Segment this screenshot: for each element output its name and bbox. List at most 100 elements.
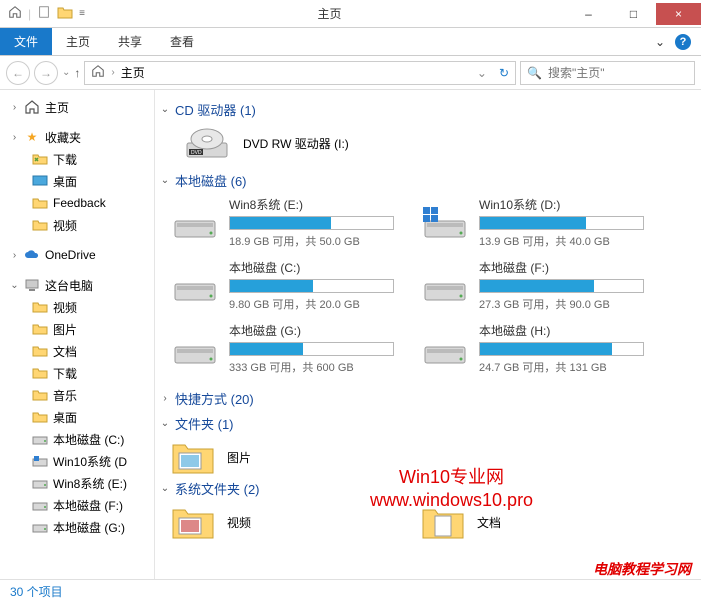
sidebar-item[interactable]: 桌面 <box>0 406 154 428</box>
chevron-down-icon[interactable]: ⌄ <box>10 281 19 290</box>
disk-drive-icon <box>171 331 219 367</box>
chevron-down-icon[interactable]: ⌄ <box>159 104 171 115</box>
sidebar-label: 本地磁盘 (C:) <box>53 431 124 448</box>
sidebar-item[interactable]: 桌面 <box>0 170 154 192</box>
folder-icon <box>32 409 48 425</box>
sidebar-item[interactable]: Feedback <box>0 192 154 214</box>
chevron-down-icon[interactable]: ⌄ <box>159 418 171 429</box>
watermark-center: Win10专业网 www.windows10.pro <box>370 466 533 513</box>
path-segment[interactable]: 主页 <box>121 64 145 81</box>
minimize-button[interactable]: – <box>566 3 611 25</box>
section-header-disks[interactable]: ⌄ 本地磁盘 (6) <box>159 171 691 190</box>
section-header-cd[interactable]: ⌄ CD 驱动器 (1) <box>159 100 691 119</box>
drive-stats: 24.7 GB 可用，共 131 GB <box>479 359 671 375</box>
folder-label: 视频 <box>227 514 251 531</box>
chevron-right-icon[interactable]: › <box>10 103 19 112</box>
refresh-icon[interactable]: ↻ <box>499 66 509 80</box>
folder-icon <box>32 387 48 403</box>
sidebar-onedrive[interactable]: › OneDrive <box>0 244 154 266</box>
folder-icon[interactable] <box>57 5 73 22</box>
chevron-right-icon[interactable]: › <box>10 251 19 260</box>
tab-home[interactable]: 主页 <box>52 28 104 55</box>
sidebar-item[interactable]: 视频 <box>0 214 154 236</box>
folder-icon <box>32 343 48 359</box>
sidebar-item[interactable]: Win10系统 (D <box>0 450 154 472</box>
back-button[interactable]: ← <box>6 61 30 85</box>
sidebar-item[interactable]: 本地磁盘 (G:) <box>0 516 154 538</box>
sidebar-item[interactable]: 本地磁盘 (F:) <box>0 494 154 516</box>
sidebar-label: 音乐 <box>53 387 77 404</box>
chevron-right-icon[interactable]: › <box>10 133 19 142</box>
close-button[interactable]: × <box>656 3 701 25</box>
drive-item[interactable]: 本地磁盘 (F:) 27.3 GB 可用，共 90.0 GB <box>421 259 671 312</box>
ribbon-tabs: 文件 主页 共享 查看 ⌄ ? <box>0 28 701 56</box>
overflow-icon[interactable]: ≡ <box>79 8 85 19</box>
drive-item[interactable]: 本地磁盘 (C:) 9.80 GB 可用，共 20.0 GB <box>171 259 421 312</box>
drive-icon <box>32 497 48 513</box>
disk-drive-icon <box>421 331 469 367</box>
sidebar-item[interactable]: 本地磁盘 (C:) <box>0 428 154 450</box>
chevron-down-icon[interactable]: ⌄ <box>159 483 171 494</box>
recent-dropdown-icon[interactable]: ⌄ <box>62 67 70 78</box>
chevron-right-icon: › <box>111 67 114 78</box>
section-title: 系统文件夹 (2) <box>175 479 260 498</box>
sidebar-label: 视频 <box>53 299 77 316</box>
forward-button[interactable]: → <box>34 61 58 85</box>
sidebar-label: 下载 <box>53 365 77 382</box>
section-header-folders[interactable]: ⌄ 文件夹 (1) <box>159 414 691 433</box>
drive-name: 本地磁盘 (F:) <box>479 259 671 276</box>
sidebar-label: 桌面 <box>53 409 77 426</box>
sidebar-item[interactable]: 下载 <box>0 362 154 384</box>
search-input[interactable] <box>548 66 701 80</box>
help-icon[interactable]: ? <box>675 34 691 50</box>
tab-view[interactable]: 查看 <box>156 28 208 55</box>
tab-file[interactable]: 文件 <box>0 28 52 55</box>
maximize-button[interactable]: □ <box>611 3 656 25</box>
drive-name: Win8系统 (E:) <box>229 196 421 213</box>
drive-capacity-bar <box>479 216 644 230</box>
sidebar-label: 本地磁盘 (F:) <box>53 497 123 514</box>
drive-item[interactable]: 本地磁盘 (H:) 24.7 GB 可用，共 131 GB <box>421 322 671 375</box>
drive-label: DVD RW 驱动器 (I:) <box>243 135 349 152</box>
ribbon-expand-icon[interactable]: ⌄ <box>655 35 665 49</box>
disk-drive-icon <box>421 268 469 304</box>
path-box[interactable]: › 主页 ⌄ ↻ <box>84 61 516 85</box>
drive-item[interactable]: Win10系统 (D:) 13.9 GB 可用，共 40.0 GB <box>421 196 671 249</box>
disk-drive-icon <box>171 205 219 241</box>
search-box[interactable]: 🔍 <box>520 61 695 85</box>
home-icon[interactable] <box>8 5 22 22</box>
sidebar-item[interactable]: Win8系统 (E:) <box>0 472 154 494</box>
drive-stats: 333 GB 可用，共 600 GB <box>229 359 421 375</box>
quick-access-toolbar: | ≡ <box>0 5 93 22</box>
sidebar-item[interactable]: 音乐 <box>0 384 154 406</box>
up-button[interactable]: ↑ <box>74 66 80 80</box>
drive-item-dvd[interactable]: DVD DVD RW 驱动器 (I:) <box>183 125 691 161</box>
sidebar-item[interactable]: 视频 <box>0 296 154 318</box>
file-icon[interactable] <box>37 5 51 22</box>
sidebar-home[interactable]: › 主页 <box>0 96 154 118</box>
sidebar-item[interactable]: 文档 <box>0 340 154 362</box>
sidebar: › 主页 › ★ 收藏夹 下载 桌面 Feedback 视频 › OneDriv… <box>0 90 155 579</box>
sidebar-label: Win10系统 (D <box>53 453 127 470</box>
folder-label: 文档 <box>477 514 501 531</box>
drive-item[interactable]: 本地磁盘 (G:) 333 GB 可用，共 600 GB <box>171 322 421 375</box>
tab-share[interactable]: 共享 <box>104 28 156 55</box>
drive-icon <box>32 475 48 491</box>
path-home-icon <box>91 64 105 81</box>
sidebar-label: 图片 <box>53 321 77 338</box>
folder-icon <box>32 195 48 211</box>
computer-icon <box>24 277 40 293</box>
drive-item[interactable]: Win8系统 (E:) 18.9 GB 可用，共 50.0 GB <box>171 196 421 249</box>
chevron-down-icon[interactable]: ⌄ <box>159 175 171 186</box>
sidebar-item[interactable]: 下载 <box>0 148 154 170</box>
separator-icon: | <box>28 7 31 21</box>
sidebar-favorites[interactable]: › ★ 收藏夹 <box>0 126 154 148</box>
sidebar-thispc[interactable]: ⌄ 这台电脑 <box>0 274 154 296</box>
drive-stats: 9.80 GB 可用，共 20.0 GB <box>229 296 421 312</box>
chevron-right-icon[interactable]: › <box>159 393 171 404</box>
sidebar-item[interactable]: 图片 <box>0 318 154 340</box>
videos-folder-icon <box>171 504 215 540</box>
sidebar-label: OneDrive <box>45 248 96 262</box>
path-dropdown-icon[interactable]: ⌄ <box>477 66 493 80</box>
section-header-shortcuts[interactable]: › 快捷方式 (20) <box>159 389 691 408</box>
